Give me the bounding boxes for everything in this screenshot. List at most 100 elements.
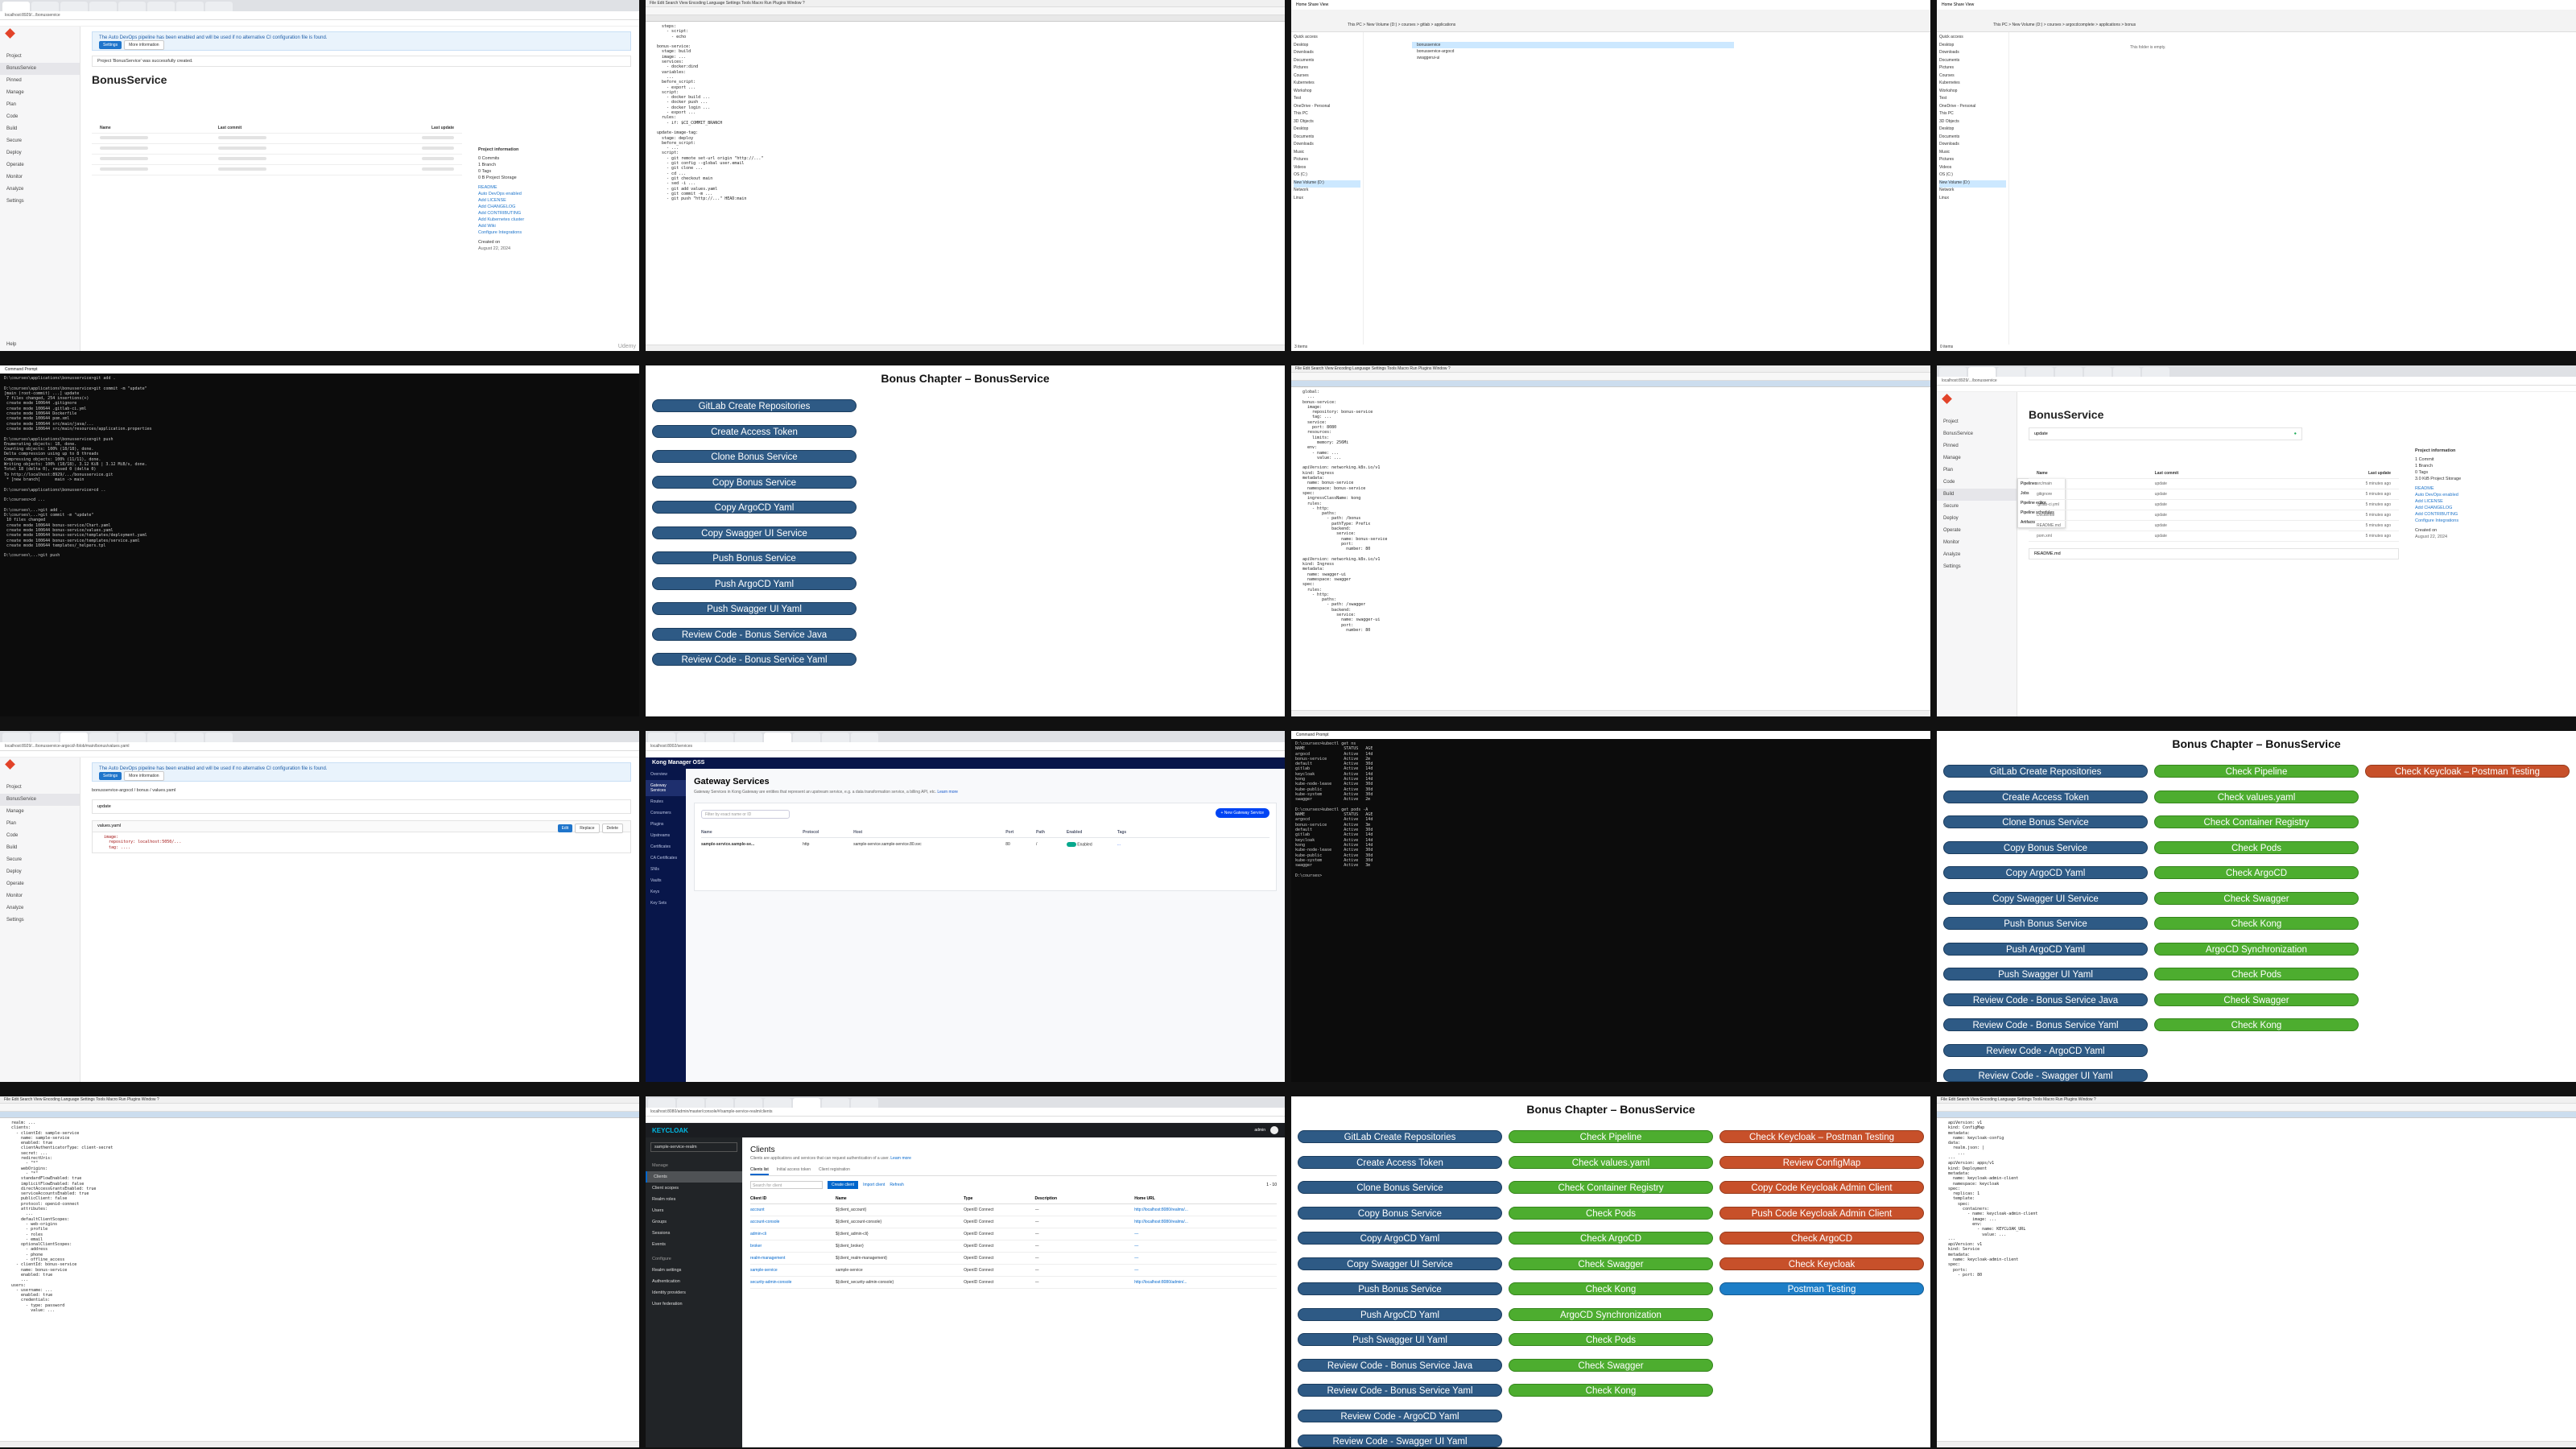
info-storage[interactable]: 3.0 KiB Project Storage <box>2415 477 2568 486</box>
sidebar-item[interactable]: Operate <box>0 878 80 890</box>
link-changelog[interactable]: Add CHANGELOG <box>2415 506 2568 512</box>
sidebar-item[interactable]: Plugins <box>646 819 686 830</box>
table-row[interactable]: admin-cli ${client_admin-cli} OpenID Conne… <box>750 1228 1277 1241</box>
readme-header[interactable]: README.md <box>2029 548 2399 559</box>
editor-toolbar[interactable] <box>646 7 1285 15</box>
more-info-button[interactable]: More information <box>124 771 164 781</box>
link-readme[interactable]: README <box>2415 486 2568 493</box>
tab-initial-access[interactable]: Initial access token <box>777 1166 811 1175</box>
info-branches[interactable]: 1 Branch <box>478 163 631 169</box>
info-tags[interactable]: 0 Tags <box>2415 470 2568 477</box>
sidebar-item[interactable]: Operate <box>0 159 80 171</box>
info-branches[interactable]: 1 Branch <box>2415 464 2568 470</box>
nav-item[interactable]: Downloads <box>1294 50 1360 58</box>
client-home-url[interactable]: — <box>1134 1244 1277 1249</box>
terminal-output[interactable]: D:\courses>kubectl get ns NAME STATUS AG… <box>1291 739 1930 881</box>
sidebar-item[interactable]: Groups <box>646 1216 742 1228</box>
link-readme[interactable]: README <box>478 185 631 192</box>
nav-item[interactable]: Documents <box>1939 134 2006 142</box>
keycloak-logo[interactable]: KEYCLOAK <box>652 1127 688 1134</box>
sidebar-item[interactable]: Keys <box>646 886 686 898</box>
explorer-nav[interactable]: Quick access Desktop Downloads Documents Pic… <box>1937 32 2009 345</box>
settings-button[interactable]: Settings <box>99 41 122 49</box>
terminal-output[interactable]: D:\courses\applications\bonusservice>git… <box>0 374 639 561</box>
explorer-nav[interactable]: Quick access Desktop Downloads Documents Pic… <box>1291 32 1364 345</box>
nav-item[interactable]: This PC <box>1939 111 2006 119</box>
table-row[interactable]: src/main update 5 minutes ago <box>2029 479 2399 489</box>
code-content[interactable]: global: ... bonus-service: image: reposi… <box>1291 387 1930 635</box>
sidebar-item[interactable]: BonusService <box>0 63 80 75</box>
table-row[interactable]: broker ${client_broker} OpenID Connect — — <box>750 1241 1277 1253</box>
nav-item[interactable]: Kubernetes <box>1294 80 1360 89</box>
commit-author[interactable]: update <box>2034 431 2048 436</box>
link-integrations[interactable]: Configure Integrations <box>478 230 631 240</box>
info-storage[interactable]: 0 B Project Storage <box>478 175 631 185</box>
sidebar-item[interactable]: Analyze <box>0 902 80 914</box>
sidebar-item[interactable]: Client scopes <box>646 1183 742 1194</box>
table-row[interactable]: sample-service.sample-se... http sample-se… <box>701 840 1269 849</box>
gitlab-logo-icon[interactable] <box>0 27 80 51</box>
sidebar-item[interactable]: Plan <box>0 99 80 111</box>
table-row[interactable]: security-admin-console ${client_security-… <box>750 1277 1277 1289</box>
sidebar-item[interactable]: Deploy <box>0 147 80 159</box>
delete-button[interactable]: Delete <box>601 824 623 833</box>
nav-item[interactable]: 3D Objects <box>1939 119 2006 127</box>
client-id-link[interactable]: sample-service <box>750 1268 836 1273</box>
nav-item[interactable]: Test <box>1294 96 1360 104</box>
link-contributing[interactable]: Add CONTRIBUTING <box>478 211 631 217</box>
sidebar-item[interactable]: Code <box>0 830 80 842</box>
pagination[interactable]: 1 - 10 <box>1266 1183 1277 1187</box>
nav-item[interactable]: Kubernetes <box>1939 80 2006 89</box>
new-service-button[interactable]: + New Gateway Service <box>1215 808 1269 818</box>
sidebar-item[interactable]: Gateway Services <box>646 780 686 796</box>
refresh-button[interactable]: Refresh <box>890 1183 904 1187</box>
table-row[interactable]: pom.xml update 5 minutes ago <box>2029 531 2399 542</box>
nav-item[interactable]: Videos <box>1294 165 1360 173</box>
address-bar[interactable]: localhost:8080/admin/master/console/#/sa… <box>646 1108 1285 1117</box>
sidebar-item[interactable]: Secure <box>0 135 80 147</box>
editor-menubar[interactable]: File Edit Search View Encoding Language … <box>1937 1096 2576 1104</box>
nav-item[interactable]: New Volume (D:) <box>1939 180 2006 188</box>
sidebar-item[interactable]: Code <box>1937 477 2017 489</box>
sidebar-item[interactable]: Realm settings <box>646 1265 742 1276</box>
nav-item[interactable]: Documents <box>1294 58 1360 66</box>
replace-button[interactable]: Replace <box>575 824 600 833</box>
sidebar-item[interactable]: Sessions <box>646 1228 742 1239</box>
nav-item[interactable]: Pictures <box>1294 157 1360 165</box>
sidebar-item[interactable]: Settings <box>0 196 80 208</box>
link-changelog[interactable]: Add CHANGELOG <box>478 204 631 211</box>
help-link[interactable]: Help <box>0 339 23 351</box>
sidebar-item[interactable]: Pinned <box>0 75 80 87</box>
table-row[interactable]: README.md update 5 minutes ago <box>2029 521 2399 531</box>
client-id-link[interactable]: broker <box>750 1244 836 1249</box>
info-commits[interactable]: 1 Commit <box>2415 457 2568 464</box>
gitlab-logo-icon[interactable] <box>0 758 80 782</box>
file-item[interactable]: swaggerui-ui <box>1412 55 1734 61</box>
table-row[interactable] <box>92 165 462 175</box>
nav-item[interactable]: This PC <box>1294 111 1360 119</box>
browser-tabbar[interactable] <box>0 731 639 742</box>
filter-input[interactable]: Filter by exact name or ID <box>701 810 790 819</box>
client-home-url[interactable]: — <box>1134 1232 1277 1236</box>
enabled-toggle[interactable]: Enabled <box>1066 842 1117 847</box>
breadcrumb[interactable]: This PC > New Volume (D:) > courses > gi… <box>1348 23 1455 27</box>
sidebar-item[interactable]: Code <box>0 111 80 123</box>
user-menu[interactable]: admin <box>1254 1128 1265 1133</box>
sidebar-item[interactable]: CA Certificates <box>646 852 686 864</box>
sidebar-item[interactable]: Monitor <box>0 171 80 184</box>
table-row[interactable]: account-console ${client_account-console}… <box>750 1216 1277 1228</box>
code-content[interactable]: realm: ... clients: - clientId: sample-s… <box>0 1118 639 1315</box>
browser-tabbar[interactable] <box>646 1096 1285 1108</box>
nav-item[interactable]: Pictures <box>1939 157 2006 165</box>
explorer-ribbon[interactable]: Home Share View This PC > New Volume (D:… <box>1937 0 2576 32</box>
sidebar-item[interactable]: Analyze <box>1937 549 2017 561</box>
gitlab-logo-icon[interactable] <box>1937 392 2017 416</box>
table-row[interactable] <box>92 144 462 155</box>
nav-item[interactable]: Network <box>1939 188 2006 196</box>
sidebar-item[interactable]: Build <box>0 123 80 135</box>
editor-toolbar[interactable] <box>1291 373 1930 381</box>
file-breadcrumb[interactable]: bonusservice-argocd / bonus / values.yam… <box>92 788 631 793</box>
nav-item[interactable]: Downloads <box>1939 142 2006 150</box>
nav-item[interactable]: New Volume (D:) <box>1294 180 1360 188</box>
edit-button[interactable]: Edit <box>557 824 573 832</box>
